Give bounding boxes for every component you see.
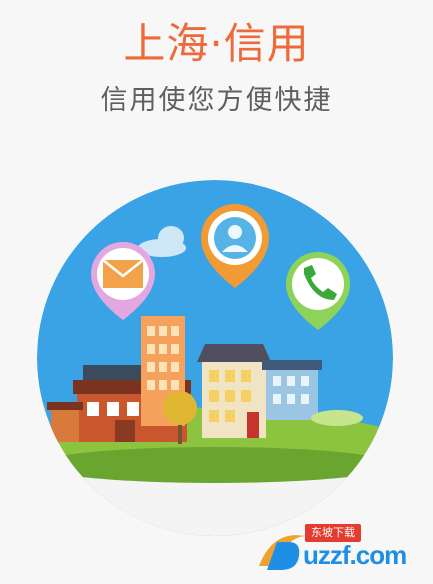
watermark-domain: uzzf.com [303, 540, 407, 570]
watermark-logo: 东坡下载 uzzf.com [253, 524, 423, 572]
page-title: 上海·信用 [123, 19, 310, 68]
building-center [197, 344, 271, 438]
page-subtitle: 信用使您方便快捷 [100, 85, 333, 116]
building-right [262, 360, 322, 420]
city-illustration [37, 180, 393, 536]
